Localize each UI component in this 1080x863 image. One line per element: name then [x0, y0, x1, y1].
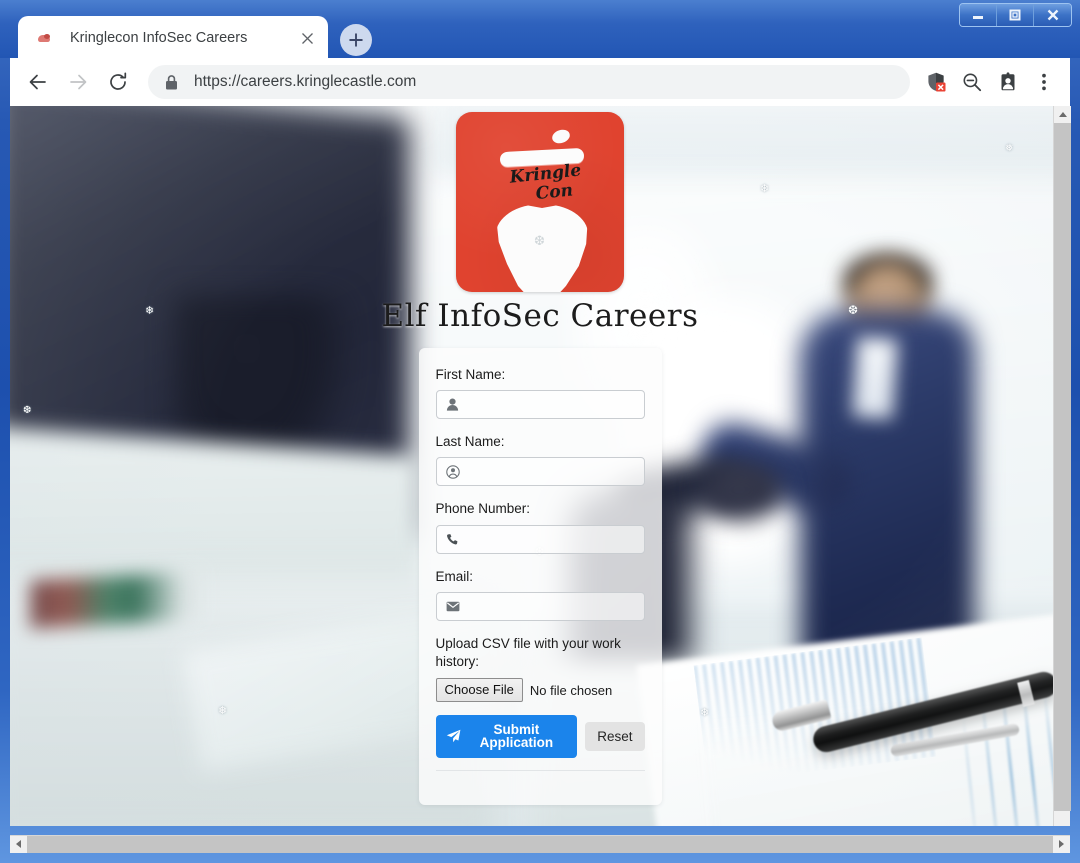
- scroll-right-button[interactable]: [1053, 835, 1070, 853]
- snowflake-icon: ❆: [534, 233, 545, 248]
- submit-application-button[interactable]: Submit Application: [435, 714, 578, 758]
- scroll-right-arrow-icon: [1059, 840, 1064, 848]
- submit-application-label: Submit Application: [479, 721, 554, 751]
- url-text: https://careers.kringlecastle.com: [194, 73, 417, 90]
- phone-icon: [446, 533, 459, 546]
- scroll-left-arrow-icon: [16, 840, 21, 848]
- phone-number-input[interactable]: [435, 524, 645, 554]
- scroll-up-button[interactable]: [1054, 106, 1071, 123]
- zoom-out-icon[interactable]: [954, 64, 990, 100]
- email-input[interactable]: [435, 591, 645, 621]
- first-name-label: First Name:: [435, 367, 506, 382]
- phone-number-label: Phone Number:: [435, 501, 531, 517]
- lock-icon: [164, 74, 182, 91]
- choose-file-button[interactable]: Choose File: [435, 678, 523, 702]
- close-tab-icon[interactable]: [296, 27, 318, 49]
- scroll-up-arrow-icon: [1058, 112, 1067, 117]
- santa-beard: [496, 204, 588, 292]
- tab-title: Kringlecon InfoSec Careers: [70, 30, 248, 46]
- maximize-icon: [1009, 9, 1021, 21]
- file-status-text: No file chosen: [529, 682, 613, 698]
- scroll-left-button[interactable]: [10, 835, 27, 853]
- new-tab-button[interactable]: [340, 24, 372, 56]
- horizontal-scrollbar[interactable]: [10, 835, 1070, 853]
- user-circle-icon: [445, 465, 460, 479]
- reload-button[interactable]: [98, 62, 138, 102]
- first-name-input[interactable]: [435, 390, 645, 420]
- file-upload-row: Choose File No file chosen: [435, 678, 645, 702]
- form-divider: [435, 769, 645, 771]
- horizontal-scroll-thumb[interactable]: [27, 835, 1053, 853]
- user-filled-icon: [446, 398, 459, 411]
- browser-toolbar: https://careers.kringlecastle.com: [10, 58, 1070, 106]
- email-label: Email:: [435, 568, 474, 584]
- envelope-icon: [446, 601, 460, 612]
- reload-icon: [110, 72, 127, 90]
- reset-button[interactable]: Reset: [585, 721, 645, 752]
- page-title: Elf InfoSec Careers: [381, 298, 699, 334]
- form-buttons: Submit Application Reset: [435, 714, 645, 758]
- back-arrow-icon: [29, 74, 46, 90]
- vertical-scroll-thumb[interactable]: [1054, 123, 1071, 811]
- minimize-button[interactable]: [960, 4, 997, 26]
- maximize-button[interactable]: [997, 4, 1034, 26]
- shield-blocked-icon[interactable]: [918, 64, 954, 100]
- profile-card-icon[interactable]: [990, 64, 1026, 100]
- vertical-scrollbar[interactable]: [1053, 106, 1071, 826]
- upload-csv-label: Upload CSV file with your work history:: [435, 635, 621, 670]
- forward-button[interactable]: [58, 62, 98, 102]
- plus-icon: [349, 33, 363, 47]
- paper-plane-icon: [446, 729, 461, 743]
- window-controls: [959, 3, 1072, 27]
- application-form: First Name: Last Name: Phone Number: Ema…: [418, 348, 662, 805]
- minimize-icon: [973, 16, 983, 19]
- kringlecon-santa-logo: Kringle Con ❆: [456, 112, 624, 292]
- three-dot-menu-icon[interactable]: [1026, 64, 1062, 100]
- hat-pompom: [550, 127, 572, 146]
- last-name-input[interactable]: [435, 457, 645, 487]
- forward-arrow-icon: [70, 74, 87, 90]
- page-content: Kringle Con ❆ Elf InfoSec Careers First …: [10, 106, 1070, 826]
- close-button[interactable]: [1034, 4, 1071, 26]
- santa-favicon-icon: [36, 30, 52, 46]
- close-icon: [1047, 9, 1058, 21]
- last-name-label: Last Name:: [435, 434, 505, 450]
- page-viewport: ❄ ❆ ❄ ❅ ❆ ❅ ❄ ❆ Kringle Con ❆ Elf InfoSe…: [10, 106, 1070, 826]
- back-button[interactable]: [18, 62, 58, 102]
- window-titlebar: Kringlecon InfoSec Careers: [0, 0, 1080, 60]
- os-window: Kringlecon InfoSec Careers https://caree…: [0, 0, 1080, 863]
- browser-tab[interactable]: Kringlecon InfoSec Careers: [18, 16, 328, 60]
- address-bar[interactable]: https://careers.kringlecastle.com: [148, 65, 910, 99]
